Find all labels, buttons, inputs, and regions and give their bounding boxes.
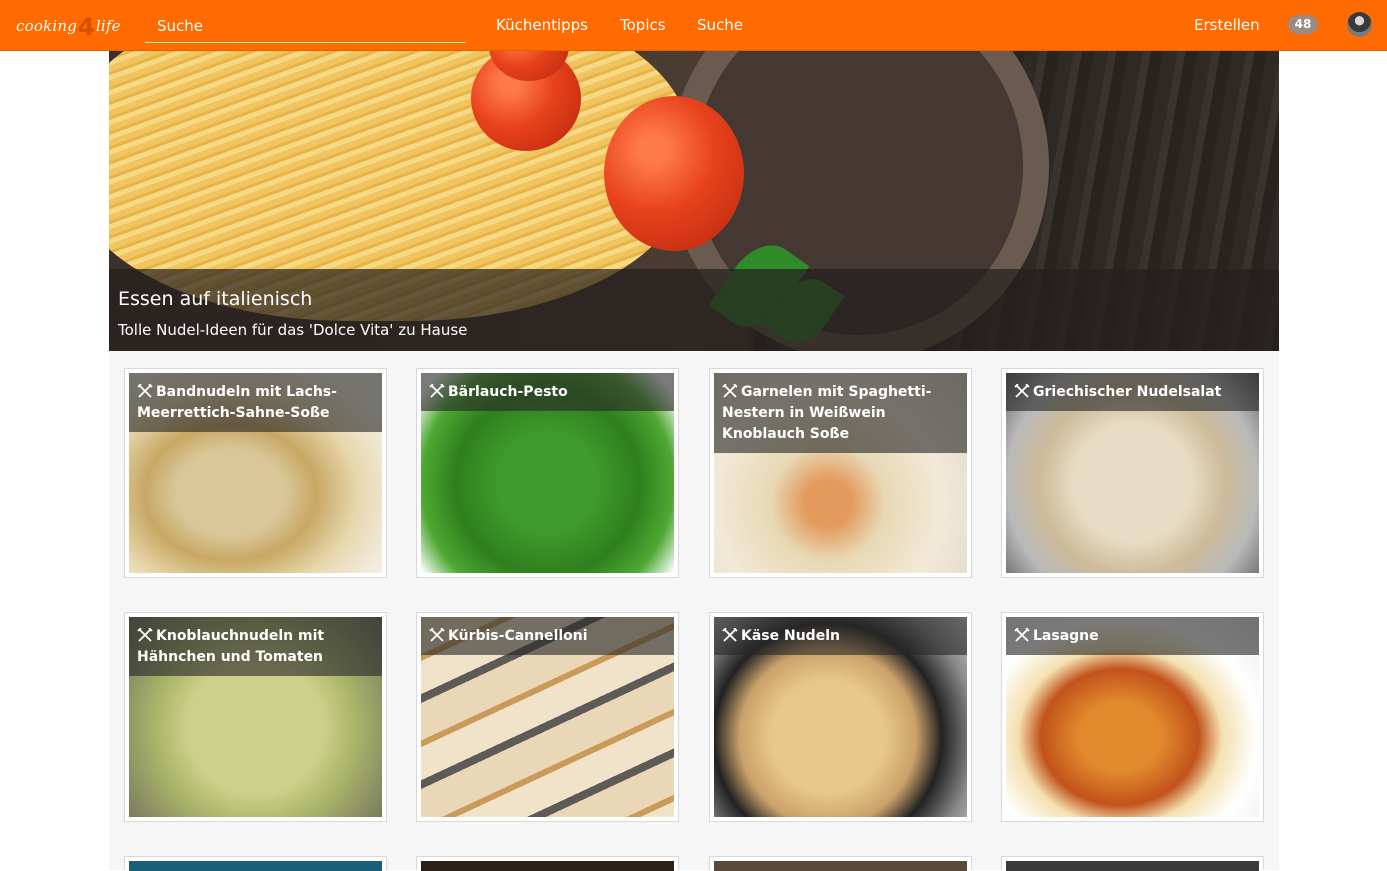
search-input[interactable] (145, 9, 466, 43)
recipe-image: Knoblauchnudeln mit Hähnchen und Tomaten (129, 617, 382, 817)
recipe-title: Bärlauch-Pesto (448, 384, 568, 400)
fork-knife-icon (1014, 628, 1030, 642)
recipe-card[interactable]: Kürbis-Cannelloni (416, 612, 679, 822)
logo-text-right: life (95, 17, 121, 35)
recipe-title-overlay: Garnelen mit Spaghetti-Nestern in Weißwe… (714, 373, 967, 453)
fork-knife-icon (722, 384, 738, 398)
recipe-title-overlay: Griechischer Nudelsalat (1006, 373, 1259, 411)
recipe-title: Kürbis-Cannelloni (448, 628, 588, 644)
recipe-title-overlay: Bärlauch-Pesto (421, 373, 674, 411)
recipe-title-overlay: Knoblauchnudeln mit Hähnchen und Tomaten (129, 617, 382, 676)
hero-subtitle: Tolle Nudel-Ideen für das 'Dolce Vita' z… (118, 321, 468, 339)
recipe-title-overlay: Bandnudeln mit Lachs-Meerrettich-Sahne-S… (129, 373, 382, 432)
fork-knife-icon (722, 628, 738, 642)
logo-text-number: 4 (78, 13, 95, 41)
recipe-card[interactable]: Knoblauchnudeln mit Hähnchen und Tomaten (124, 612, 387, 822)
recipe-card[interactable]: Käse Nudeln (709, 612, 972, 822)
recipe-card[interactable] (1001, 856, 1264, 871)
recipe-image: Bärlauch-Pesto (421, 373, 674, 573)
main-content: Essen auf italienisch Tolle Nudel-Ideen … (109, 51, 1279, 871)
top-navigation-bar: cooking4life Küchentipps Topics Suche Er… (0, 0, 1387, 51)
recipe-image: Kürbis-Cannelloni (421, 617, 674, 817)
recipe-card[interactable] (709, 856, 972, 871)
logo-text-left: cooking (16, 17, 78, 35)
recipe-title: Garnelen mit Spaghetti-Nestern in Weißwe… (722, 384, 932, 442)
nav-link-kuechentipps[interactable]: Küchentipps (496, 16, 588, 34)
recipe-image: Garnelen mit Spaghetti-Nestern in Weißwe… (714, 373, 967, 573)
hero-title: Essen auf italienisch (118, 288, 313, 310)
hero-banner[interactable]: Essen auf italienisch Tolle Nudel-Ideen … (109, 51, 1279, 351)
recipe-image: Lasagne (1006, 617, 1259, 817)
hero-tomato-image (604, 96, 744, 251)
recipe-image: Bandnudeln mit Lachs-Meerrettich-Sahne-S… (129, 373, 382, 573)
recipe-card[interactable]: Bärlauch-Pesto (416, 368, 679, 578)
recipe-title: Knoblauchnudeln mit Hähnchen und Tomaten (137, 628, 325, 665)
recipe-title-overlay: Käse Nudeln (714, 617, 967, 655)
recipe-card[interactable]: Lasagne (1001, 612, 1264, 822)
recipe-card[interactable]: Garnelen mit Spaghetti-Nestern in Weißwe… (709, 368, 972, 578)
fork-knife-icon (137, 628, 153, 642)
recipe-title: Bandnudeln mit Lachs-Meerrettich-Sahne-S… (137, 384, 337, 421)
create-link[interactable]: Erstellen (1194, 16, 1260, 34)
recipe-title-overlay: Kürbis-Cannelloni (421, 617, 674, 655)
recipe-card[interactable]: Griechischer Nudelsalat (1001, 368, 1264, 578)
user-avatar[interactable] (1347, 12, 1372, 37)
fork-knife-icon (1014, 384, 1030, 398)
recipe-card[interactable] (416, 856, 679, 871)
recipe-image: Griechischer Nudelsalat (1006, 373, 1259, 573)
notification-badge[interactable]: 48 (1288, 15, 1318, 34)
site-logo[interactable]: cooking 4 life (16, 10, 121, 42)
recipe-title: Käse Nudeln (741, 628, 840, 644)
recipe-image: Käse Nudeln (714, 617, 967, 817)
fork-knife-icon (429, 384, 445, 398)
nav-link-topics[interactable]: Topics (620, 16, 666, 34)
recipe-card[interactable] (124, 856, 387, 871)
recipe-card[interactable]: Bandnudeln mit Lachs-Meerrettich-Sahne-S… (124, 368, 387, 578)
fork-knife-icon (429, 628, 445, 642)
fork-knife-icon (137, 384, 153, 398)
recipe-title-overlay: Lasagne (1006, 617, 1259, 655)
recipe-title: Griechischer Nudelsalat (1033, 384, 1222, 400)
recipe-title: Lasagne (1033, 628, 1099, 644)
nav-link-suche[interactable]: Suche (697, 16, 743, 34)
